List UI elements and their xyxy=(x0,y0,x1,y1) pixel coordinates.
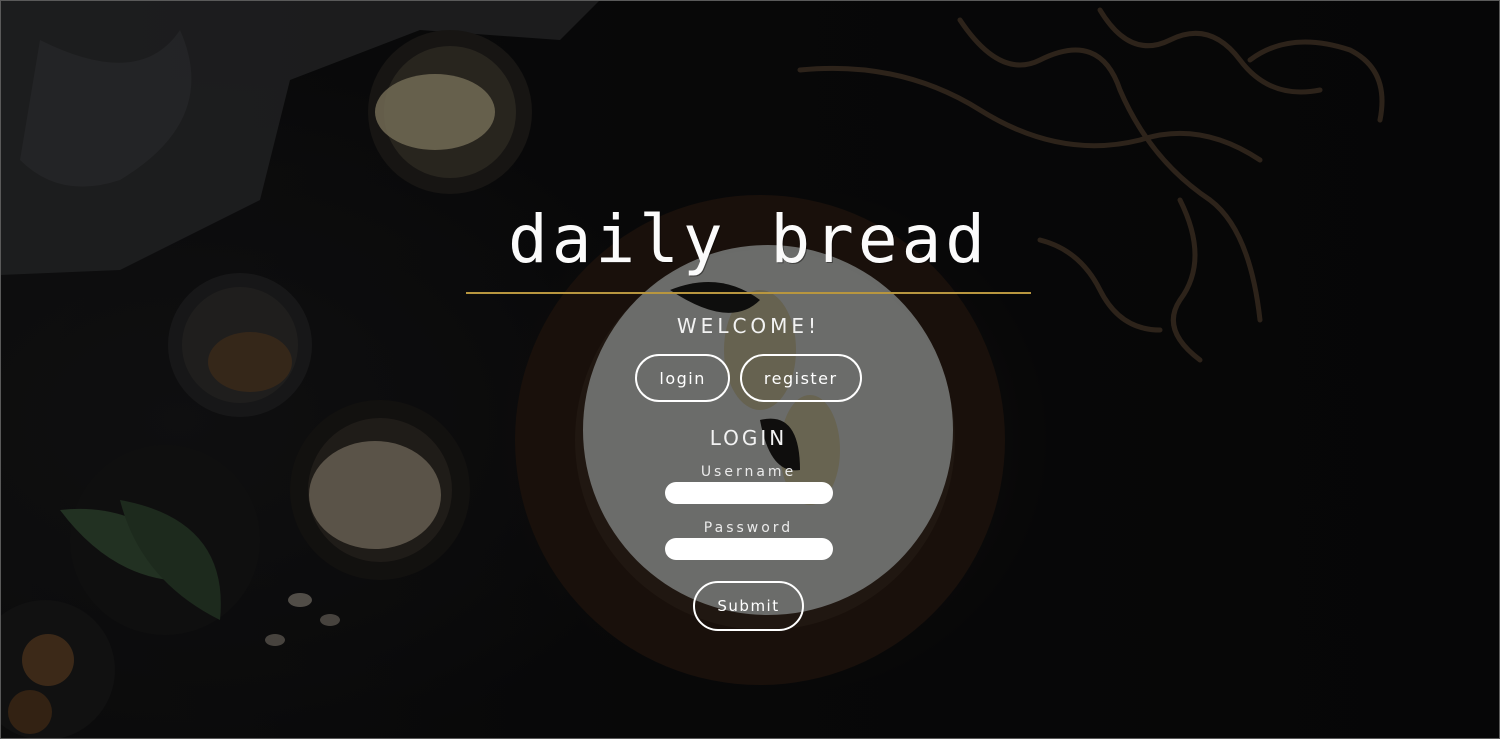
brand-title: daily bread xyxy=(507,201,990,278)
login-form: Username Password Submit xyxy=(466,464,1031,631)
register-tab-button[interactable]: register xyxy=(739,354,862,402)
username-input[interactable] xyxy=(664,482,833,504)
password-input[interactable] xyxy=(664,538,833,560)
username-label: Username xyxy=(700,464,797,480)
password-label: Password xyxy=(703,520,794,536)
welcome-heading: WELCOME! xyxy=(676,314,821,338)
login-tab-button[interactable]: login xyxy=(635,354,730,402)
login-panel: daily bread WELCOME! login register LOGI… xyxy=(466,200,1031,631)
brand-divider xyxy=(466,292,1031,294)
submit-button[interactable]: Submit xyxy=(693,581,804,631)
auth-tabs: login register xyxy=(466,354,1031,402)
login-page: daily bread WELCOME! login register LOGI… xyxy=(0,0,1500,739)
login-section-title: LOGIN xyxy=(709,426,788,450)
